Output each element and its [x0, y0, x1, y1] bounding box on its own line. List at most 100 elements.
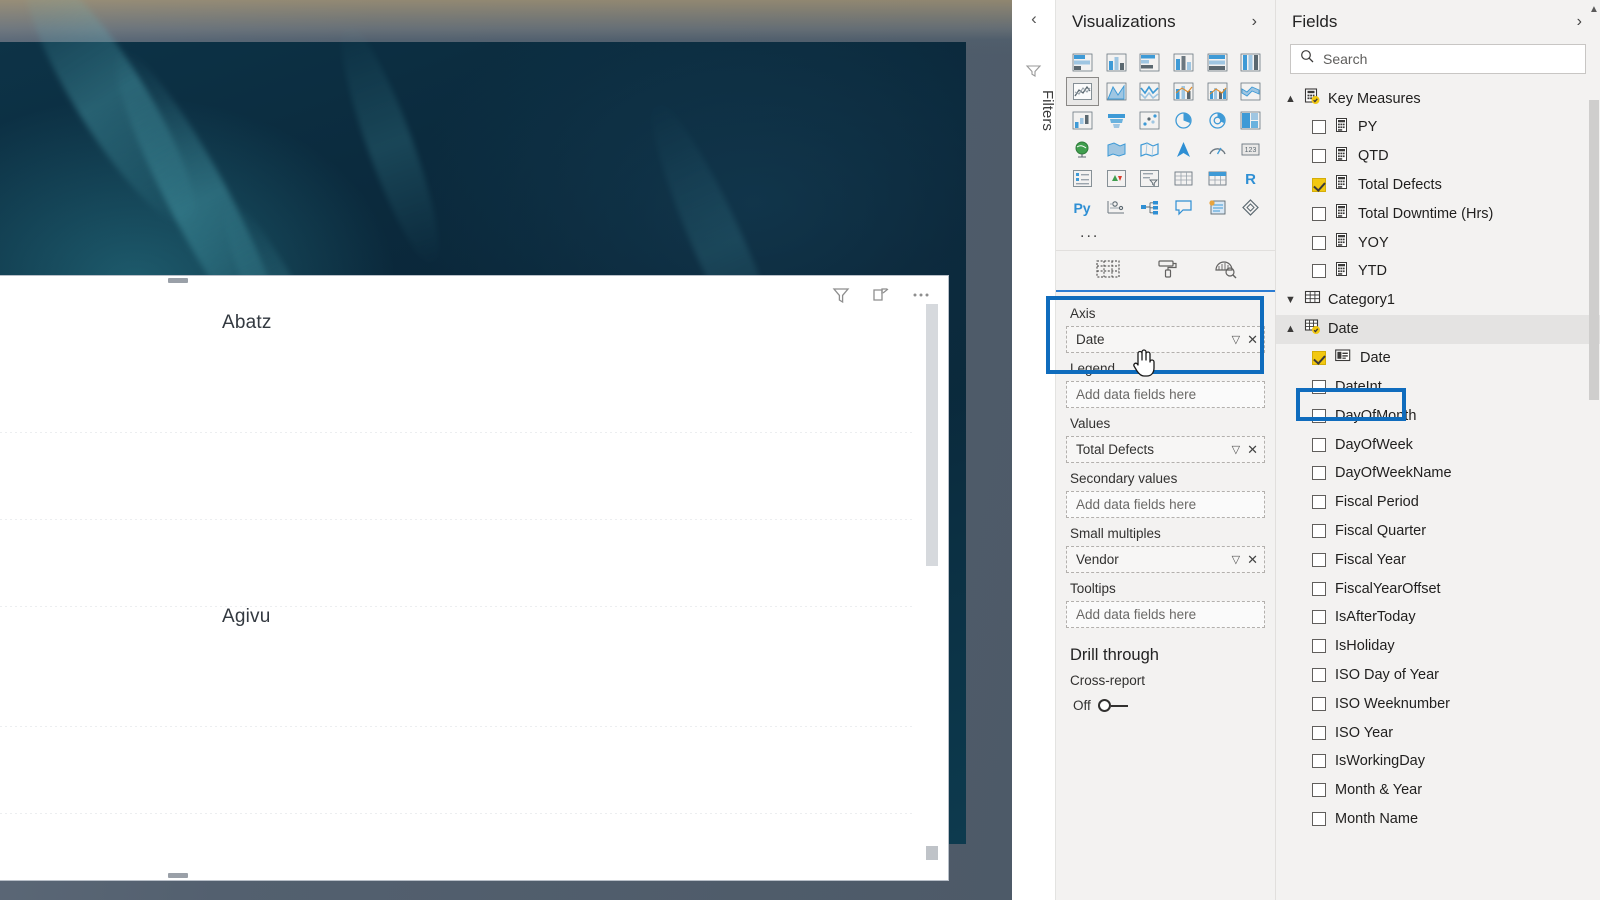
viz-clustered-column-chart[interactable] [1167, 48, 1200, 77]
field-month-and-year[interactable]: Month & Year [1276, 776, 1600, 805]
viz-decomposition-tree[interactable] [1133, 193, 1166, 222]
field-checkbox[interactable] [1312, 725, 1326, 740]
viz-ribbon-chart[interactable] [1234, 77, 1267, 106]
field-fiscal-year[interactable]: Fiscal Year [1276, 545, 1600, 574]
well-axis[interactable]: Date ▽ ✕ [1066, 326, 1265, 353]
viz-key-influencers[interactable] [1100, 193, 1133, 222]
field-checkbox[interactable] [1312, 811, 1326, 826]
fields-scroll-up-arrow[interactable]: ▲ [1588, 4, 1600, 15]
well-values[interactable]: Total Defects ▽ ✕ [1066, 436, 1265, 463]
viz-stacked-column-chart[interactable] [1100, 48, 1133, 77]
field-checkbox[interactable] [1312, 149, 1326, 164]
chevron-left-icon[interactable]: ‹ [1025, 10, 1043, 28]
field-checkbox[interactable] [1312, 177, 1326, 192]
field-checkbox[interactable] [1312, 235, 1326, 250]
filters-pane-collapsed[interactable]: ‹ Filters [1012, 0, 1056, 900]
viz-line-clustered-column-chart[interactable] [1201, 77, 1234, 106]
field-checkbox[interactable] [1312, 552, 1326, 567]
well-secondary-values[interactable]: Add data fields here [1066, 491, 1265, 518]
field-py[interactable]: PY [1276, 113, 1600, 142]
chevron-down-icon[interactable]: ▽ [1232, 553, 1240, 566]
viz-r-script-visual[interactable]: R [1234, 164, 1267, 193]
viz-matrix[interactable] [1201, 164, 1234, 193]
close-icon[interactable]: ✕ [1247, 332, 1258, 348]
small-multiple-panel[interactable]: Agivu [0, 576, 912, 876]
field-qtd[interactable]: QTD [1276, 142, 1600, 171]
chevron-down-icon[interactable]: ▽ [1232, 443, 1240, 456]
fields-scrollbar-thumb[interactable] [1589, 100, 1599, 400]
field-checkbox[interactable] [1312, 581, 1326, 596]
viz-py-script-visual[interactable]: Py [1066, 193, 1099, 222]
field-checkbox[interactable] [1312, 754, 1326, 769]
table-date[interactable]: ▲ Date [1276, 314, 1600, 344]
canvas-scrollbar-marker[interactable] [926, 846, 938, 860]
chevron-right-icon[interactable]: › [1248, 11, 1261, 33]
field-isaftertoday[interactable]: IsAfterToday [1276, 603, 1600, 632]
viz-100-stacked-bar-chart[interactable] [1201, 48, 1234, 77]
viz-paginated-report[interactable] [1201, 193, 1234, 222]
toggle-switch-icon[interactable] [1097, 699, 1128, 712]
viz-stacked-bar-chart[interactable] [1066, 48, 1099, 77]
cross-report-toggle[interactable]: Off [1073, 698, 1265, 713]
viz-gauge-chart[interactable] [1201, 135, 1234, 164]
field-fiscal-period[interactable]: Fiscal Period [1276, 488, 1600, 517]
field-isworkingday[interactable]: IsWorkingDay [1276, 747, 1600, 776]
field-iso-weeknumber[interactable]: ISO Weeknumber [1276, 689, 1600, 718]
field-checkbox[interactable] [1312, 523, 1326, 538]
viz-arcgis-map[interactable] [1167, 135, 1200, 164]
chevron-up-icon[interactable]: ▲ [1284, 323, 1297, 335]
field-checkbox[interactable] [1312, 264, 1326, 279]
viz-pie-chart[interactable] [1167, 106, 1200, 135]
viz-power-apps[interactable] [1234, 193, 1267, 222]
field-checkbox[interactable] [1312, 351, 1326, 366]
field-fiscal-quarter[interactable]: Fiscal Quarter [1276, 517, 1600, 546]
field-dayofweek[interactable]: DayOfWeek [1276, 430, 1600, 459]
field-checkbox[interactable] [1312, 120, 1326, 135]
field-checkbox[interactable] [1312, 610, 1326, 625]
field-ytd[interactable]: YTD [1276, 257, 1600, 286]
format-tab[interactable] [1155, 258, 1179, 285]
field-yoy[interactable]: YOY [1276, 228, 1600, 257]
field-checkbox[interactable] [1312, 783, 1326, 798]
field-checkbox[interactable] [1312, 639, 1326, 654]
table-category1[interactable]: ▼ Category1 [1276, 286, 1600, 315]
well-tooltips[interactable]: Add data fields here [1066, 601, 1265, 628]
field-month-name[interactable]: Month Name [1276, 805, 1600, 834]
viz-clustered-bar-chart[interactable] [1133, 48, 1166, 77]
field-isholiday[interactable]: IsHoliday [1276, 632, 1600, 661]
table-key-measures[interactable]: ▲ Key Measures [1276, 84, 1600, 113]
viz-map[interactable] [1066, 135, 1099, 164]
close-icon[interactable]: ✕ [1247, 442, 1258, 458]
fields-tab[interactable] [1095, 258, 1121, 285]
viz-funnel-chart[interactable] [1100, 106, 1133, 135]
viz-q-and-a[interactable] [1167, 193, 1200, 222]
field-checkbox[interactable] [1312, 379, 1326, 394]
well-small-multiples[interactable]: Vendor ▽ ✕ [1066, 546, 1265, 573]
field-total-downtime-hrs[interactable]: Total Downtime (Hrs) [1276, 199, 1600, 228]
canvas-scrollbar-thumb[interactable] [926, 304, 938, 566]
chevron-right-icon[interactable]: › [1573, 11, 1586, 33]
viz-multi-row-card[interactable] [1066, 164, 1099, 193]
field-checkbox[interactable] [1312, 667, 1326, 682]
field-fiscalyearoffset[interactable]: FiscalYearOffset [1276, 574, 1600, 603]
field-checkbox[interactable] [1312, 696, 1326, 711]
close-icon[interactable]: ✕ [1247, 552, 1258, 568]
viz-slicer[interactable] [1133, 164, 1166, 193]
chevron-down-icon[interactable]: ▽ [1232, 333, 1240, 346]
viz-filled-map[interactable] [1100, 135, 1133, 164]
viz-table[interactable] [1167, 164, 1200, 193]
field-iso-day-of-year[interactable]: ISO Day of Year [1276, 661, 1600, 690]
viz-scatter-chart[interactable] [1133, 106, 1166, 135]
viz-donut-chart[interactable] [1201, 106, 1234, 135]
viz-line-chart[interactable] [1066, 77, 1099, 106]
field-iso-year[interactable]: ISO Year [1276, 718, 1600, 747]
field-dayofmonth[interactable]: DayOfMonth [1276, 401, 1600, 430]
viz-line-stacked-column-chart[interactable] [1167, 77, 1200, 106]
viz-waterfall-chart[interactable] [1066, 106, 1099, 135]
field-checkbox[interactable] [1312, 466, 1326, 481]
field-dayofweekname[interactable]: DayOfWeekName [1276, 459, 1600, 488]
viz-shape-map[interactable] [1133, 135, 1166, 164]
chevron-down-icon[interactable]: ▼ [1284, 294, 1297, 306]
well-legend[interactable]: Add data fields here [1066, 381, 1265, 408]
field-checkbox[interactable] [1312, 495, 1326, 510]
